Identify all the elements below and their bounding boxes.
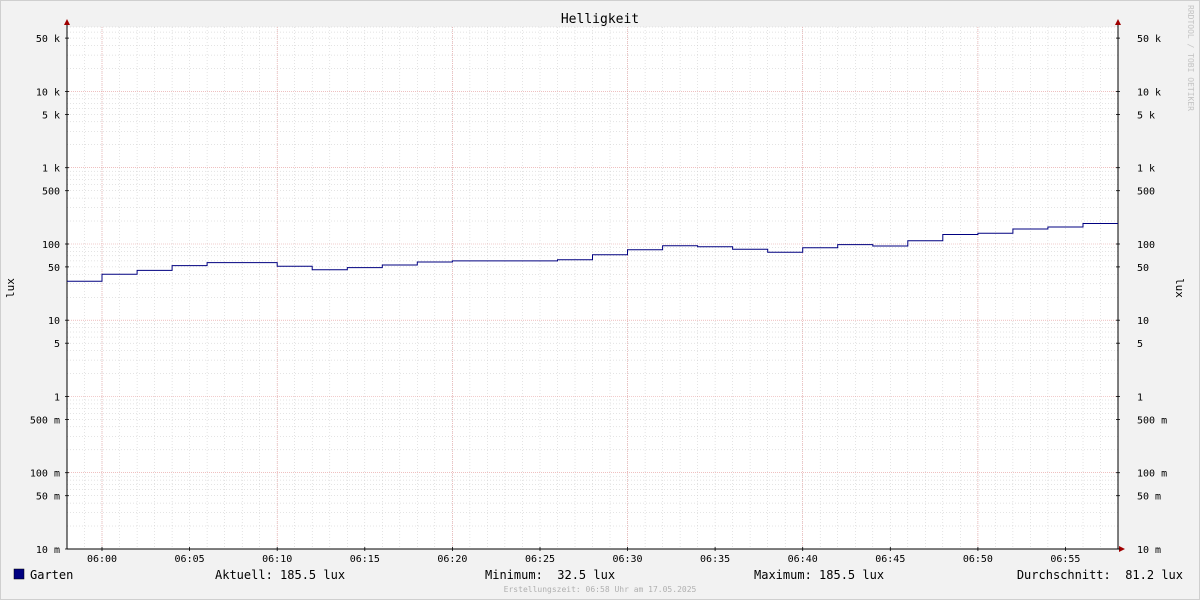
y-tick-label-right: 1 bbox=[1137, 393, 1143, 404]
chart: 50 k 10 k 5 k 1 k 500 100 50 10 5 1 500 m 100 m 50 m… bbox=[4, 5, 1195, 594]
x-tick-label: 06:45 bbox=[875, 554, 905, 565]
legend-current: Aktuell: 185.5 lux bbox=[215, 568, 345, 582]
x-tick-label: 06:30 bbox=[612, 554, 642, 565]
x-tick-label: 06:00 bbox=[87, 554, 117, 565]
y-tick-label-left: 50 m bbox=[36, 492, 60, 503]
y-tick-label-right: 10 bbox=[1137, 316, 1149, 327]
x-tick-label: 06:10 bbox=[262, 554, 292, 565]
x-tick-label: 06:05 bbox=[175, 554, 205, 565]
x-tick-labels: 06:00 06:05 06:10 06:15 06:20 06:25 06:30 06:35… bbox=[87, 554, 1081, 565]
y-tick-label-right: 10 k bbox=[1137, 87, 1161, 98]
x-tick-label: 06:40 bbox=[788, 554, 818, 565]
x-tick-label: 06:15 bbox=[350, 554, 380, 565]
y-tick-label-left: 500 m bbox=[30, 415, 60, 426]
legend-series-name: Garten bbox=[30, 568, 73, 582]
x-tick-label: 06:20 bbox=[437, 554, 467, 565]
y-tick-label-left: 1 bbox=[54, 393, 60, 404]
y-tick-labels-right: 50 k 10 k 5 k 1 k 500 100 50 10 5 1 500 m 100 m 50 m… bbox=[1137, 34, 1167, 556]
y-tick-label-left: 100 m bbox=[30, 469, 60, 480]
y-tick-label-left: 10 m bbox=[36, 545, 60, 556]
creation-time: Erstellungszeit: 06:58 Uhr am 17.05.2025 bbox=[504, 585, 697, 594]
y-tick-label-left: 50 bbox=[48, 263, 60, 274]
legend-average: Durchschnitt: 81.2 lux bbox=[1017, 568, 1183, 582]
y-tick-label-left: 5 k bbox=[42, 110, 60, 121]
y-tick-label-right: 5 k bbox=[1137, 110, 1155, 121]
legend-swatch bbox=[13, 568, 25, 580]
y-tick-label-right: 500 m bbox=[1137, 415, 1167, 426]
y-axis-arrow-right bbox=[1115, 19, 1121, 25]
legend-maximum: Maximum: 185.5 lux bbox=[754, 568, 884, 582]
x-tick-label: 06:50 bbox=[963, 554, 993, 565]
y-tick-label-right: 100 bbox=[1137, 240, 1155, 251]
y-tick-label-left: 1 k bbox=[42, 164, 60, 175]
y-tick-label-left: 500 bbox=[42, 187, 60, 198]
x-tick-label: 06:25 bbox=[525, 554, 555, 565]
y-tick-label-right: 5 bbox=[1137, 339, 1143, 350]
y-tick-label-right: 1 k bbox=[1137, 164, 1155, 175]
x-tick-label: 06:55 bbox=[1050, 554, 1080, 565]
y-tick-label-right: 50 m bbox=[1137, 492, 1161, 503]
y-tick-label-left: 50 k bbox=[36, 34, 60, 45]
y-tick-label-left: 5 bbox=[54, 339, 60, 350]
y-tick-label-left: 100 bbox=[42, 240, 60, 251]
y-axis-label-left: lux bbox=[4, 278, 17, 298]
y-tick-label-right: 500 bbox=[1137, 187, 1155, 198]
y-tick-labels-left: 50 k 10 k 5 k 1 k 500 100 50 10 5 1 500 m 100 m 50 m… bbox=[30, 34, 60, 556]
watermark: RRDTOOL / TOBI OETIKER bbox=[1186, 5, 1195, 111]
legend-minimum: Minimum: 32.5 lux bbox=[485, 568, 615, 582]
y-tick-label-right: 10 m bbox=[1137, 545, 1161, 556]
y-tick-label-right: 50 k bbox=[1137, 34, 1161, 45]
y-axis-label-right: lux bbox=[1173, 278, 1186, 298]
y-tick-label-right: 100 m bbox=[1137, 469, 1167, 480]
x-tick-label: 06:35 bbox=[700, 554, 730, 565]
chart-title: Helligkeit bbox=[561, 12, 639, 27]
y-tick-label-left: 10 k bbox=[36, 87, 60, 98]
y-tick-label-left: 10 bbox=[48, 316, 60, 327]
y-tick-label-right: 50 bbox=[1137, 263, 1149, 274]
y-axis-arrow-left bbox=[64, 19, 70, 25]
